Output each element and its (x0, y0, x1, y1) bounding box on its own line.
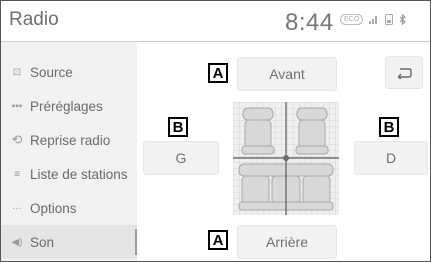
radio-screen: Radio 8:44 ECO ⊡ Source ▪▪▪ Préréglages … (0, 0, 431, 262)
rear-button-label: Arrière (265, 234, 308, 250)
radio-replay-icon: ⟲ (11, 132, 23, 147)
right-button-label: D (385, 150, 397, 166)
station-list-icon: ≡ (14, 168, 20, 180)
app-title: Radio (9, 9, 59, 30)
phone-battery-icon (385, 14, 394, 25)
callout-a-top: A (208, 63, 228, 83)
sidebar-item-presets[interactable]: ▪▪▪ Préréglages (1, 89, 137, 123)
speaker-icon: ◀) (11, 236, 23, 248)
status-icons: ECO (340, 14, 407, 25)
seat-front-right-icon (295, 107, 329, 155)
balance-center-dot (283, 155, 289, 161)
sidebar-item-label: Préréglages (30, 98, 103, 114)
left-button-label: G (175, 150, 187, 166)
sidebar-item-label: Liste de stations (30, 166, 128, 182)
header-bar: Radio 8:44 ECO (1, 1, 430, 42)
presets-icon: ▪▪▪ (11, 100, 23, 112)
sidebar-item-label: Son (30, 234, 55, 250)
front-button-label: Avant (269, 66, 305, 82)
sidebar-item-station-list[interactable]: ≡ Liste de stations (1, 157, 137, 191)
options-icon: ··· (12, 202, 22, 214)
sidebar-item-radio-replay[interactable]: ⟲ Reprise radio (1, 123, 137, 157)
left-button[interactable]: G (143, 141, 219, 175)
sidebar: ⊡ Source ▪▪▪ Préréglages ⟲ Reprise radio… (1, 42, 137, 261)
back-arrow-icon (397, 67, 412, 79)
back-button[interactable] (385, 56, 423, 89)
callout-a-bottom: A (208, 230, 228, 250)
front-button[interactable]: Avant (237, 57, 337, 91)
sidebar-item-label: Reprise radio (30, 132, 111, 148)
eco-badge: ECO (340, 14, 364, 25)
sidebar-item-label: Source (30, 64, 73, 80)
sidebar-item-label: Options (30, 200, 77, 216)
sidebar-item-options[interactable]: ··· Options (1, 191, 137, 225)
callout-b-left: B (168, 117, 188, 137)
rear-button[interactable]: Arrière (237, 225, 337, 259)
bluetooth-icon (399, 14, 407, 25)
seat-front-left-icon (241, 107, 275, 155)
source-icon: ⊡ (12, 66, 22, 78)
clock: 8:44 (285, 9, 334, 36)
signal-icon (369, 16, 378, 24)
callout-b-right: B (379, 117, 399, 137)
balance-fader-grid[interactable] (233, 102, 339, 215)
right-button[interactable]: D (354, 141, 428, 175)
sidebar-item-sound[interactable]: ◀) Son (1, 225, 137, 259)
sidebar-item-source[interactable]: ⊡ Source (1, 55, 137, 89)
